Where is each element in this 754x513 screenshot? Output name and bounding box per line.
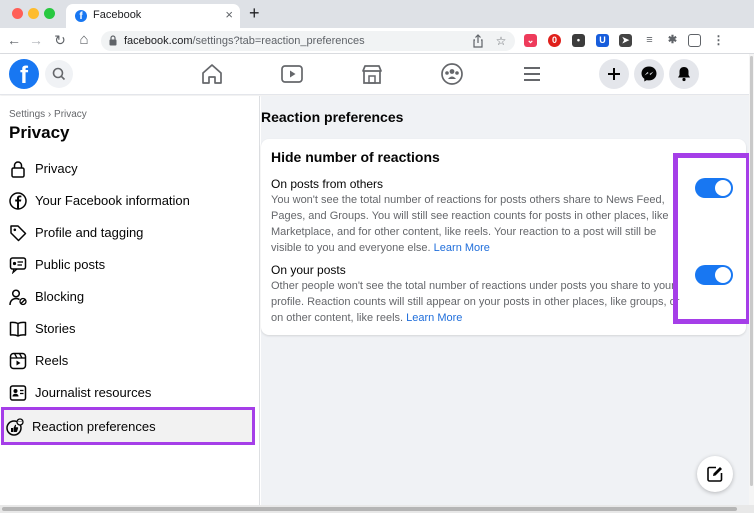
sidebar-item-privacy[interactable]: Privacy [4,153,254,185]
sidebar-item-label: Privacy [35,161,78,176]
sidebar-item-reels[interactable]: Reels [4,345,254,377]
lock-icon [11,161,25,178]
window-minimize-button[interactable] [28,8,39,19]
url-text: facebook.com/settings?tab=reaction_prefe… [124,35,365,47]
compose-icon [707,466,723,482]
password-manager-extension-icon[interactable]: U [596,34,609,47]
marketplace-icon[interactable] [360,63,384,85]
book-icon [9,321,27,337]
window-close-button[interactable] [12,8,23,19]
toggle-posts-from-others[interactable] [695,178,733,198]
block-user-icon [9,289,27,306]
section-description-on-your-posts: Other people won't see the total number … [271,278,691,326]
facebook-logo-icon[interactable]: f [9,59,39,89]
settings-sidebar: Settings › Privacy Privacy Privacy Your … [0,96,260,505]
home-icon[interactable] [200,63,224,85]
reels-icon [9,352,27,370]
breadcrumb[interactable]: Settings › Privacy [9,109,87,120]
bookmark-star-icon[interactable]: ☆ [494,33,508,49]
sidebar-item-label: Public posts [35,257,106,272]
public-posts-icon [9,257,27,274]
red-extension-icon[interactable]: 0 [548,34,561,47]
sidebar-item-label: Reels [35,353,69,368]
tag-icon [10,225,27,242]
sidebar-item-label: Profile and tagging [35,225,144,240]
tab-title: Facebook [93,9,142,21]
sidebar-item-label: Reaction preferences [32,419,156,434]
extensions-puzzle-icon[interactable]: ✱ [666,34,679,47]
new-tab-button[interactable]: + [249,4,260,22]
learn-more-link[interactable]: Learn More [406,312,462,324]
sidebar-toggle-icon[interactable] [688,34,701,47]
pocket-extension-icon[interactable]: ⌄ [524,34,537,47]
sidebar-item-label: Journalist resources [35,385,152,400]
create-button[interactable] [599,59,629,89]
sidebar-item-reaction-preferences[interactable]: Reaction preferences [1,407,255,445]
reload-button[interactable]: ↻ [52,31,68,49]
toggle-knob [715,267,731,283]
window-maximize-button[interactable] [44,8,55,19]
plus-icon [608,68,620,80]
browser-toolbar: ← → ↻ ⌂ facebook.com/settings?tab=reacti… [0,28,754,54]
tab-close-icon[interactable]: × [225,7,233,22]
notifications-button[interactable] [669,59,699,89]
send-extension-icon[interactable]: ➤ [619,34,632,47]
scrollbar-thumb[interactable] [2,507,737,511]
vertical-scrollbar[interactable] [749,54,754,505]
sidebar-item-journalist-resources[interactable]: Journalist resources [4,377,254,409]
messenger-icon [641,66,657,82]
address-bar[interactable]: facebook.com/settings?tab=reaction_prefe… [101,31,515,51]
browser-tab-bar: f Facebook × + [0,0,754,28]
learn-more-link[interactable]: Learn More [434,242,490,254]
horizontal-scrollbar[interactable] [0,505,754,513]
bell-icon [678,67,690,82]
reaction-icon [6,418,24,436]
sidebar-item-stories[interactable]: Stories [4,313,254,345]
share-icon[interactable] [471,33,485,49]
lock-icon [109,35,117,46]
page-title: Reaction preferences [261,109,404,125]
forward-button[interactable]: → [28,31,44,49]
sidebar-title: Privacy [9,123,70,142]
new-message-button[interactable] [697,456,733,492]
back-button[interactable]: ← [6,31,22,49]
facebook-header: f [0,54,752,95]
sidebar-item-public-posts[interactable]: Public posts [4,249,254,281]
sidebar-item-label: Stories [35,321,76,336]
groups-icon[interactable] [440,63,464,85]
description-text: Other people won't see the total number … [271,280,680,324]
incognito-extension-icon[interactable]: • [572,34,585,47]
url-domain: facebook.com [124,35,193,47]
reading-list-icon[interactable]: ≡ [643,34,656,47]
facebook-circle-icon [9,192,27,210]
sidebar-item-label: Your Facebook information [35,193,190,208]
journalist-icon [9,385,27,401]
menu-hamburger-icon[interactable] [520,63,544,85]
browser-tab[interactable]: f Facebook × [66,4,240,28]
toggle-on-your-posts[interactable] [695,265,733,285]
messenger-button[interactable] [634,59,664,89]
facebook-favicon-icon: f [75,10,87,22]
toggle-knob [715,180,731,196]
sidebar-item-label: Blocking [35,289,85,304]
search-button[interactable] [45,60,73,88]
sidebar-item-profile-and-tagging[interactable]: Profile and tagging [4,217,254,249]
section-description-posts-from-others: You won't see the total number of reacti… [271,192,685,256]
section-title-posts-from-others: On posts from others [271,177,384,191]
watch-video-icon[interactable] [280,63,304,85]
sidebar-item-blocking[interactable]: Blocking [4,281,254,313]
menu-kebab-icon[interactable]: ⋮ [712,34,725,47]
scrollbar-thumb[interactable] [750,56,753,486]
url-path: /settings?tab=reaction_preferences [192,35,365,47]
card-title: Hide number of reactions [271,149,440,165]
section-title-on-your-posts: On your posts [271,263,346,277]
search-icon [52,67,66,81]
sidebar-item-your-facebook-information[interactable]: Your Facebook information [4,185,254,217]
home-button[interactable]: ⌂ [76,31,92,49]
